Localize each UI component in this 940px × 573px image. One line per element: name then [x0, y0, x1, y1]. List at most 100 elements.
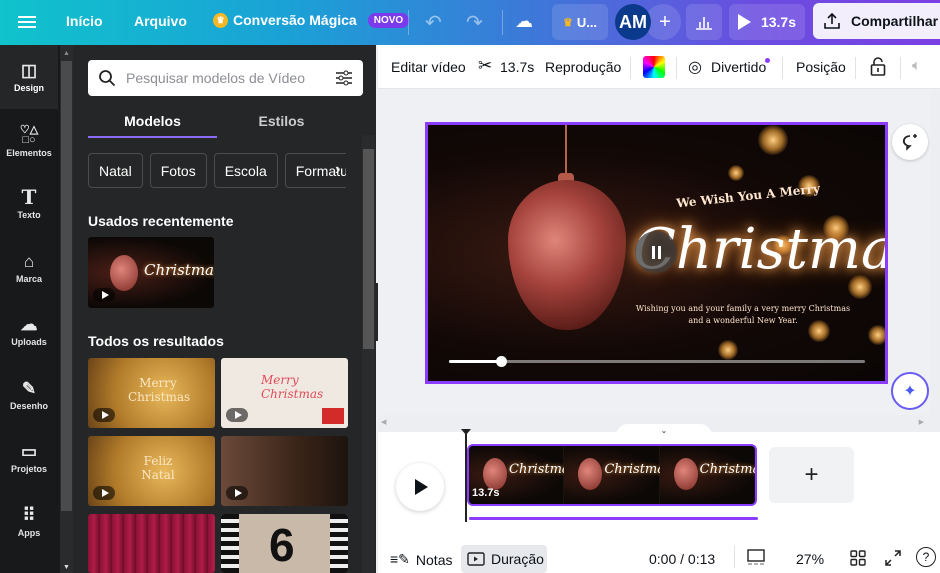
filter-icon[interactable]	[335, 70, 353, 86]
redo-icon[interactable]: ↷	[466, 10, 483, 35]
template-card[interactable]	[88, 514, 215, 573]
scroll-right-icon[interactable]: ▶	[919, 418, 924, 426]
rail-item-draw[interactable]: ✎ Desenho	[0, 363, 58, 427]
timeline-clip[interactable]: Christmas Christmas Christmas	[467, 444, 757, 506]
timeline-play-button[interactable]	[396, 463, 444, 511]
undo-icon[interactable]: ↶	[425, 10, 442, 35]
new-badge: NOVO	[367, 12, 410, 28]
insights-button[interactable]	[686, 4, 722, 40]
team-button[interactable]: ♛ U...	[552, 4, 608, 40]
video-play-icon	[226, 408, 248, 422]
ornament-image	[508, 180, 626, 330]
chip-fotos[interactable]: Fotos	[149, 153, 207, 188]
video-message: Wishing you and your family a very merry…	[628, 303, 858, 327]
video-canvas[interactable]: We Wish You A Merry Christmas Wishing yo…	[425, 122, 888, 384]
rail-scrollbar[interactable]: ▲ ▼	[60, 45, 73, 573]
crown-icon: ♛	[562, 16, 573, 29]
grid-view-icon[interactable]	[850, 550, 866, 566]
video-progress-slider[interactable]	[449, 356, 865, 367]
animate-icon[interactable]: ◎	[688, 57, 702, 77]
template-search[interactable]	[88, 60, 363, 96]
chip-natal[interactable]: Natal	[88, 153, 143, 188]
video-play-icon	[93, 408, 115, 422]
frame-title: Christmas	[699, 462, 755, 477]
panel-scrollbar[interactable]	[362, 135, 375, 573]
progress-knob[interactable]	[496, 356, 507, 367]
help-icon[interactable]: ?	[916, 547, 936, 567]
edit-video-button[interactable]: Editar vídeo	[391, 59, 466, 75]
tab-templates[interactable]: Modelos	[88, 105, 217, 138]
scroll-left-icon[interactable]: ◀	[381, 418, 386, 426]
divider	[630, 57, 631, 79]
template-card[interactable]: 6	[221, 514, 348, 573]
trim-duration[interactable]: 13.7s	[500, 59, 534, 75]
scroll-thumb[interactable]	[363, 149, 374, 349]
playback-button[interactable]: Reprodução	[545, 59, 621, 75]
recent-heading: Usados recentemente	[88, 213, 234, 229]
canvas-vertical-scrollbar[interactable]	[931, 90, 940, 415]
fullscreen-icon[interactable]	[885, 550, 901, 566]
rail-item-brand[interactable]: ⌂ Marca	[0, 236, 58, 300]
avatar[interactable]: AM	[615, 4, 651, 40]
share-label: Compartilhar	[851, 13, 939, 29]
tab-styles[interactable]: Estilos	[217, 105, 346, 138]
scroll-up-icon[interactable]: ▲	[63, 50, 70, 57]
volume-icon[interactable]: 🔈︎	[912, 57, 921, 74]
bokeh-light	[758, 125, 788, 155]
rail-item-projects[interactable]: ▭ Projetos	[0, 426, 58, 490]
duration-button[interactable]: Duração	[461, 545, 547, 573]
template-card[interactable]: Merry Christmas	[221, 358, 348, 428]
scroll-down-icon[interactable]: ▼	[63, 564, 70, 571]
template-card[interactable]	[221, 436, 348, 506]
template-card[interactable]: Merry Christmas	[88, 358, 215, 428]
folder-icon: ▭	[20, 442, 38, 461]
rail-item-uploads[interactable]: ☁ Uploads	[0, 299, 58, 363]
magic-switch-button[interactable]: ♛ Conversão Mágica NOVO	[213, 12, 410, 28]
chip-escola[interactable]: Escola	[213, 153, 278, 188]
divider	[502, 10, 503, 35]
thumb-title: Feliz Natal	[141, 454, 175, 482]
thumb-title: Christmas	[144, 261, 214, 279]
file-menu[interactable]: Arquivo	[134, 13, 187, 29]
layout-icon: ◫	[20, 61, 38, 80]
rail-item-elements[interactable]: ♡△ □○ Elementos	[0, 109, 58, 173]
sparkle-icon: ✦	[903, 383, 917, 400]
add-comment-button[interactable]	[892, 124, 928, 160]
rail-item-text[interactable]: T Texto	[0, 172, 58, 236]
template-card[interactable]: Feliz Natal	[88, 436, 215, 506]
chevron-right-icon[interactable]: ›	[335, 161, 340, 179]
message-line: Wishing you and your family a very merry…	[635, 304, 851, 313]
recent-template-card[interactable]: Christmas	[88, 237, 214, 308]
lock-icon[interactable]	[870, 56, 886, 76]
menu-icon[interactable]	[18, 13, 36, 31]
share-button[interactable]: Compartilhar	[813, 3, 940, 39]
zoom-level[interactable]: 27%	[796, 551, 824, 567]
present-play-button[interactable]: 13.7s	[729, 4, 805, 40]
position-button[interactable]: Posição	[796, 59, 846, 75]
share-icon	[824, 12, 840, 29]
playhead[interactable]	[465, 434, 467, 522]
film-strip	[221, 514, 239, 573]
panel-tabs: Modelos Estilos	[88, 105, 346, 138]
home-link[interactable]: Início	[66, 13, 103, 29]
notes-button[interactable]: ≡✎ Notas	[390, 551, 452, 568]
progress-fill	[449, 360, 501, 363]
timeline-toggle[interactable]: ⌄	[616, 424, 712, 436]
animation-button[interactable]: Divertido	[711, 59, 766, 75]
time-readout: 0:00 / 0:13	[649, 551, 716, 567]
cloud-saved-icon[interactable]: ☁	[515, 11, 533, 32]
pause-button[interactable]	[635, 231, 677, 273]
scissors-icon[interactable]: ✂	[478, 56, 492, 76]
search-input[interactable]	[126, 70, 325, 86]
rail-item-design[interactable]: ◫ Design	[0, 45, 58, 109]
category-chips: Natal Fotos Escola Formatura	[88, 153, 346, 188]
magic-assistant-button[interactable]: ✦	[891, 372, 929, 410]
add-page-button[interactable]: +	[769, 447, 854, 503]
scroll-thumb[interactable]	[61, 61, 72, 511]
side-rail: ◫ Design ♡△ □○ Elementos T Texto ⌂ Marca …	[0, 45, 60, 573]
rail-item-apps[interactable]: ⠿ Apps	[0, 490, 58, 554]
video-play-icon	[93, 486, 115, 500]
pause-icon	[651, 245, 655, 259]
page-view-icon[interactable]	[747, 549, 765, 567]
color-swatch[interactable]	[643, 56, 665, 78]
